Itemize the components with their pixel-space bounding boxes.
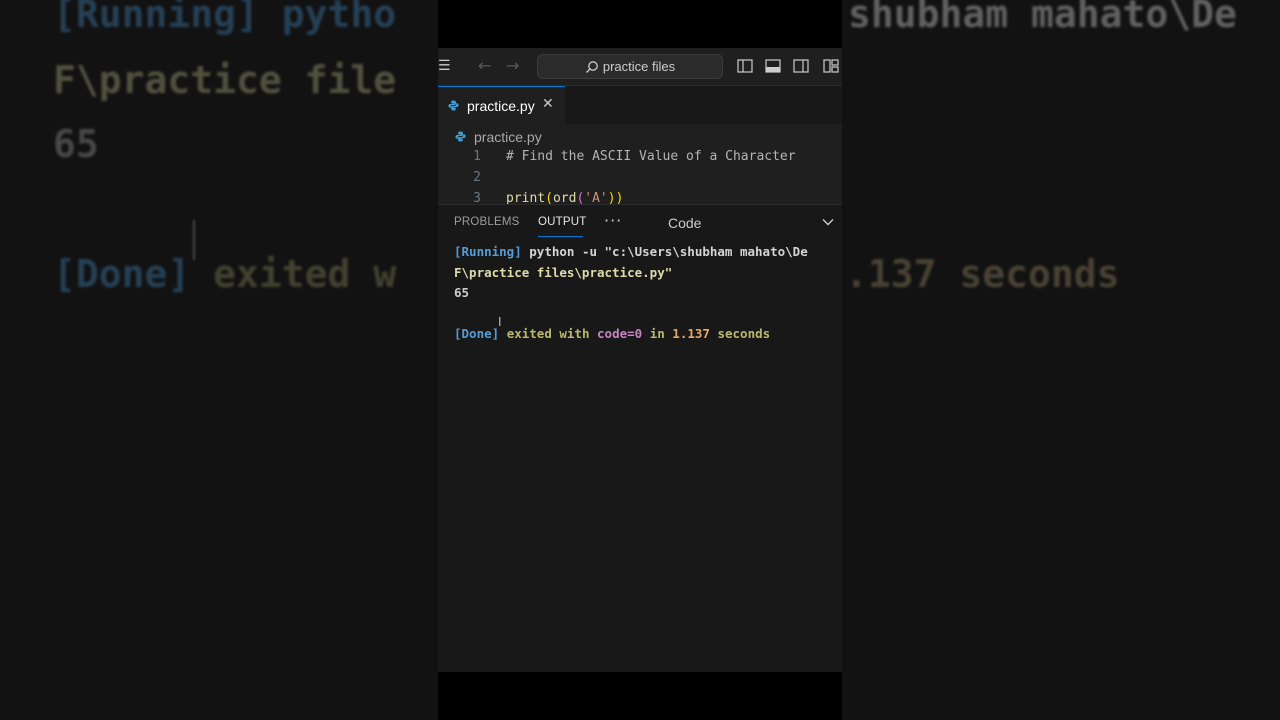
code-comment: # Find the ASCII Value of a Character xyxy=(506,149,796,164)
tab-label: practice.py xyxy=(467,98,535,114)
running-command: python -u "c:\Users\shubham mahato\De xyxy=(529,244,808,259)
running-command-cont: F\practice files\practice.py" xyxy=(454,265,673,280)
close-icon[interactable]: ✕ xyxy=(542,96,554,112)
ibeam-cursor: I xyxy=(498,315,502,329)
customize-layout-icon[interactable] xyxy=(823,58,839,74)
editor-tab-bar: practice.py ✕ xyxy=(438,86,842,124)
active-tab-indicator xyxy=(538,236,583,237)
output-path-line: F\practice files\practice.py" xyxy=(454,265,672,280)
chevron-down-icon[interactable] xyxy=(822,218,834,226)
code-line: 2 xyxy=(438,170,842,190)
done-time: 1.137 xyxy=(672,326,710,341)
menu-icon[interactable]: ☰ xyxy=(438,58,451,74)
tab-problems[interactable]: PROBLEMS xyxy=(454,216,520,228)
line-number: 2 xyxy=(473,170,481,185)
python-file-icon xyxy=(448,100,459,111)
code-line: 1 # Find the ASCII Value of a Character xyxy=(438,149,842,169)
done-in: in xyxy=(649,326,665,341)
running-tag: [Running] xyxy=(454,244,522,259)
result-value: 65 xyxy=(454,285,470,300)
toggle-panel-icon[interactable] xyxy=(765,58,781,74)
done-tag: [Done] xyxy=(454,326,500,341)
done-exited: exited with xyxy=(506,326,590,341)
code-line: 3 print(ord('A')) xyxy=(438,191,842,204)
output-result: 65 xyxy=(454,285,469,300)
toggle-primary-sidebar-icon[interactable] xyxy=(737,58,753,74)
command-center-search[interactable]: practice files xyxy=(537,54,723,79)
code-editor[interactable]: practice.py 1 # Find the ASCII Value of … xyxy=(438,124,842,204)
breadcrumb[interactable]: practice.py xyxy=(474,129,542,145)
vscode-window: ☰ ← → practice files practice.py ✕ pract… xyxy=(438,0,842,720)
back-arrow-icon[interactable]: ← xyxy=(478,57,491,75)
more-actions-icon[interactable]: ··· xyxy=(604,211,622,230)
done-code: code=0 xyxy=(597,326,643,341)
forward-arrow-icon[interactable]: → xyxy=(506,57,519,75)
line-number: 3 xyxy=(473,191,481,204)
done-seconds: seconds xyxy=(717,326,771,341)
title-bar: ☰ ← → practice files xyxy=(438,48,842,86)
output-running-line: [Running] python -u "c:\Users\shubham ma… xyxy=(454,244,808,259)
tab-output[interactable]: OUTPUT xyxy=(538,216,586,228)
python-file-icon xyxy=(455,131,466,142)
toggle-secondary-sidebar-icon[interactable] xyxy=(793,58,809,74)
search-icon xyxy=(585,61,598,73)
search-placeholder: practice files xyxy=(602,59,676,74)
tab-practice-py[interactable]: practice.py ✕ xyxy=(438,86,565,124)
output-channel-select[interactable]: Code xyxy=(668,215,701,231)
bottom-panel: PROBLEMS OUTPUT ··· Code [Running] pytho… xyxy=(438,204,842,672)
code-statement: print(ord('A')) xyxy=(506,191,624,204)
line-number: 1 xyxy=(473,149,481,164)
